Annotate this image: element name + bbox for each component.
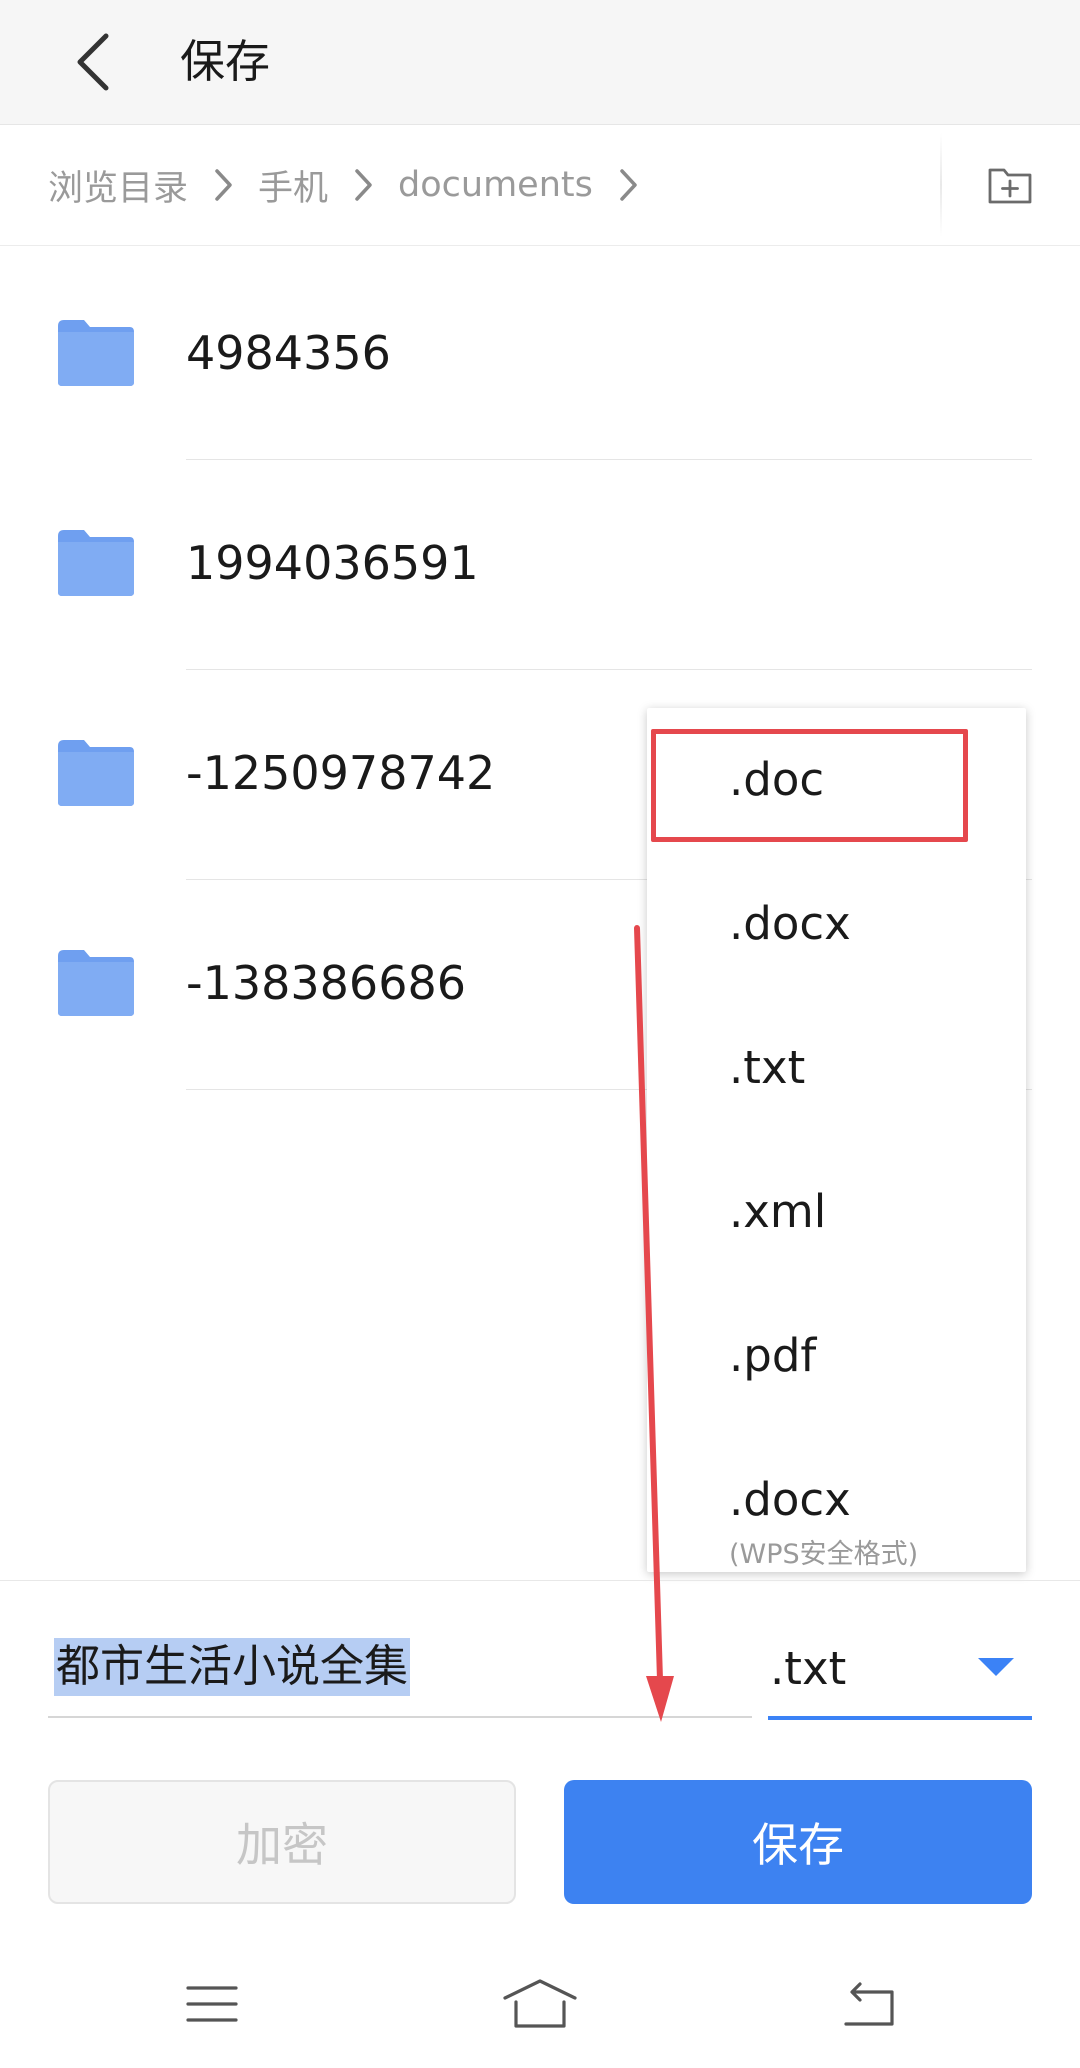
breadcrumb-item-phone[interactable]: 手机 <box>258 160 328 211</box>
folder-icon <box>58 320 134 386</box>
breadcrumb: 浏览目录 手机 documents <box>0 125 1080 246</box>
caret-down-icon <box>978 1658 1014 1676</box>
format-option-docx-wps[interactable]: .docx (WPS安全格式) <box>647 1428 1026 1572</box>
folder-icon <box>58 740 134 806</box>
format-option-xml[interactable]: .xml <box>647 1140 1026 1284</box>
chevron-right-icon <box>200 165 246 205</box>
format-option-label: .xml <box>729 1185 827 1238</box>
encrypt-button[interactable]: 加密 <box>48 1780 516 1904</box>
folder-name: 1994036591 <box>186 536 479 590</box>
nav-menu-button[interactable] <box>132 1940 292 2068</box>
menu-icon <box>186 1986 238 2022</box>
format-select-value: .txt <box>770 1642 847 1695</box>
breadcrumb-item-documents[interactable]: documents <box>398 165 593 205</box>
new-folder-icon <box>988 168 1032 204</box>
filename-text: 都市生活小说全集 <box>54 1638 410 1696</box>
format-option-txt[interactable]: .txt <box>647 996 1026 1140</box>
folder-name: 4984356 <box>186 326 391 380</box>
breadcrumb-item-browse[interactable]: 浏览目录 <box>48 160 188 211</box>
folder-item[interactable]: 1994036591 <box>0 460 1080 670</box>
chevron-right-icon <box>605 165 651 205</box>
format-option-docx[interactable]: .docx <box>647 852 1026 996</box>
chevron-right-icon <box>340 165 386 205</box>
filename-input[interactable]: 都市生活小说全集 <box>48 1620 752 1718</box>
divider <box>0 1580 1080 1581</box>
back-icon <box>844 1982 894 2026</box>
back-button[interactable] <box>44 14 140 110</box>
nav-back-button[interactable] <box>788 1940 948 2068</box>
format-option-sublabel: (WPS安全格式) <box>729 1539 919 1570</box>
format-option-label: .docx <box>729 897 851 950</box>
save-button[interactable]: 保存 <box>564 1780 1032 1904</box>
folder-name: -138386686 <box>186 956 466 1010</box>
folder-item[interactable]: 4984356 <box>0 250 1080 460</box>
format-option-pdf[interactable]: .pdf <box>647 1284 1026 1428</box>
system-nav-bar <box>0 1940 1080 2068</box>
chevron-left-icon <box>77 33 109 91</box>
folder-icon <box>58 530 134 596</box>
app-bar: 保存 <box>0 0 1080 125</box>
new-folder-button[interactable] <box>968 147 1052 223</box>
format-select[interactable]: .txt <box>768 1620 1032 1720</box>
breadcrumb-divider <box>940 133 942 237</box>
home-icon <box>503 1979 577 2028</box>
folder-icon <box>58 950 134 1016</box>
format-option-label: .docx <box>729 1473 851 1526</box>
format-option-label: .txt <box>729 1041 806 1094</box>
page-title: 保存 <box>180 35 271 88</box>
breadcrumb-row: 浏览目录 手机 documents <box>48 125 663 245</box>
format-option-label: .pdf <box>729 1329 817 1382</box>
folder-name: -1250978742 <box>186 746 496 800</box>
nav-home-button[interactable] <box>460 1940 620 2068</box>
annotation-highlight-box <box>651 729 968 842</box>
